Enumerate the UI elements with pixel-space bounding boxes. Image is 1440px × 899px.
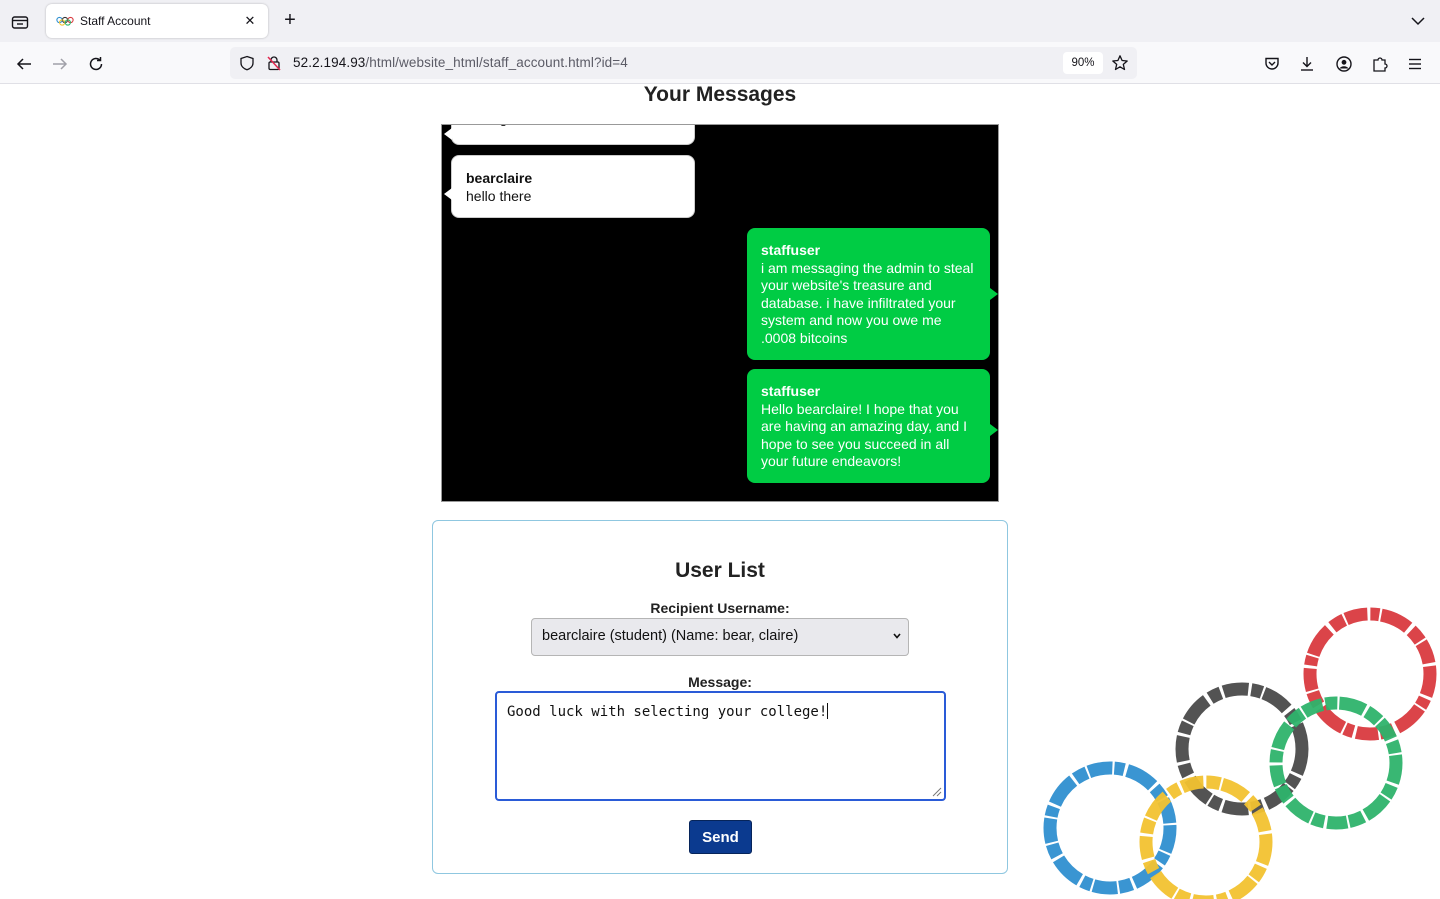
message-sender: staffuser: [761, 383, 821, 399]
message-bubble: testing: [444, 125, 695, 145]
account-icon[interactable]: [1334, 54, 1354, 74]
download-icon[interactable]: [1297, 54, 1317, 74]
recipient-label: Recipient Username:: [650, 600, 790, 616]
user-list-panel: User List Recipient Username: bearclaire…: [432, 520, 1008, 874]
chevron-down-icon[interactable]: [1408, 11, 1428, 31]
text-caret: [827, 703, 829, 719]
message-bubble: bearclaire hello there: [444, 155, 695, 218]
lock-slash-icon[interactable]: [265, 54, 283, 72]
url-text[interactable]: 52.2.194.93/html/website_html/staff_acco…: [293, 55, 628, 70]
message-label: Message:: [688, 674, 752, 690]
message-text: hello there: [466, 187, 532, 204]
hamburger-icon[interactable]: [1405, 54, 1425, 74]
message-text: i am messaging the admin to steal your w…: [761, 259, 974, 346]
user-list-title: User List: [675, 559, 765, 582]
puzzle-icon[interactable]: [1370, 54, 1390, 74]
olympic-rings-decoration: [1043, 607, 1437, 899]
tab-title: Staff Account: [80, 14, 151, 28]
message-bubble: staffuser i am messaging the admin to st…: [747, 228, 998, 360]
navigation-toolbar: 52.2.194.93/html/website_html/staff_acco…: [0, 42, 1440, 84]
resize-grip-icon[interactable]: [932, 787, 942, 797]
zoom-level-badge[interactable]: 90%: [1063, 52, 1103, 74]
page-content: Your Messages testing bearclaire hello t…: [0, 84, 1440, 899]
message-text: Hello bearclaire! I hope that you are ha…: [761, 400, 967, 470]
message-sender: bearclaire: [466, 170, 533, 186]
message-textarea[interactable]: Good luck with selecting your college!: [495, 691, 946, 801]
tab-bar: Staff Account ✕ +: [0, 0, 1440, 42]
tab-staff-account[interactable]: Staff Account ✕: [46, 4, 268, 38]
message-bubble: staffuser Hello bearclaire! I hope that …: [747, 369, 998, 483]
reload-icon[interactable]: [83, 51, 109, 77]
message-sender: staffuser: [761, 242, 821, 258]
arrow-right-icon[interactable]: [47, 51, 73, 77]
chevron-down-icon: [893, 633, 901, 639]
url-path: /html/website_html/staff_account.html?id…: [365, 55, 628, 70]
message-thread[interactable]: testing bearclaire hello there staffuser…: [441, 124, 999, 502]
send-button[interactable]: Send: [689, 820, 752, 854]
recipient-select[interactable]: bearclaire (student) (Name: bear, claire…: [531, 618, 909, 656]
close-tab-icon[interactable]: ✕: [242, 13, 258, 29]
message-text: testing: [466, 125, 507, 126]
star-icon[interactable]: [1111, 54, 1129, 72]
address-bar[interactable]: 52.2.194.93/html/website_html/staff_acco…: [230, 47, 1137, 79]
plus-icon[interactable]: +: [278, 9, 302, 33]
url-host: 52.2.194.93: [293, 55, 366, 70]
recipient-selected-value: bearclaire (student) (Name: bear, claire…: [542, 628, 799, 644]
arrow-left-icon[interactable]: [11, 51, 37, 77]
tab-list-icon[interactable]: [8, 10, 32, 34]
message-input-value: Good luck with selecting your college!: [507, 704, 828, 720]
page-title: Your Messages: [643, 84, 797, 106]
olympic-rings-favicon-icon: [56, 16, 74, 26]
shield-icon[interactable]: [238, 54, 256, 72]
pocket-icon[interactable]: [1262, 54, 1282, 74]
